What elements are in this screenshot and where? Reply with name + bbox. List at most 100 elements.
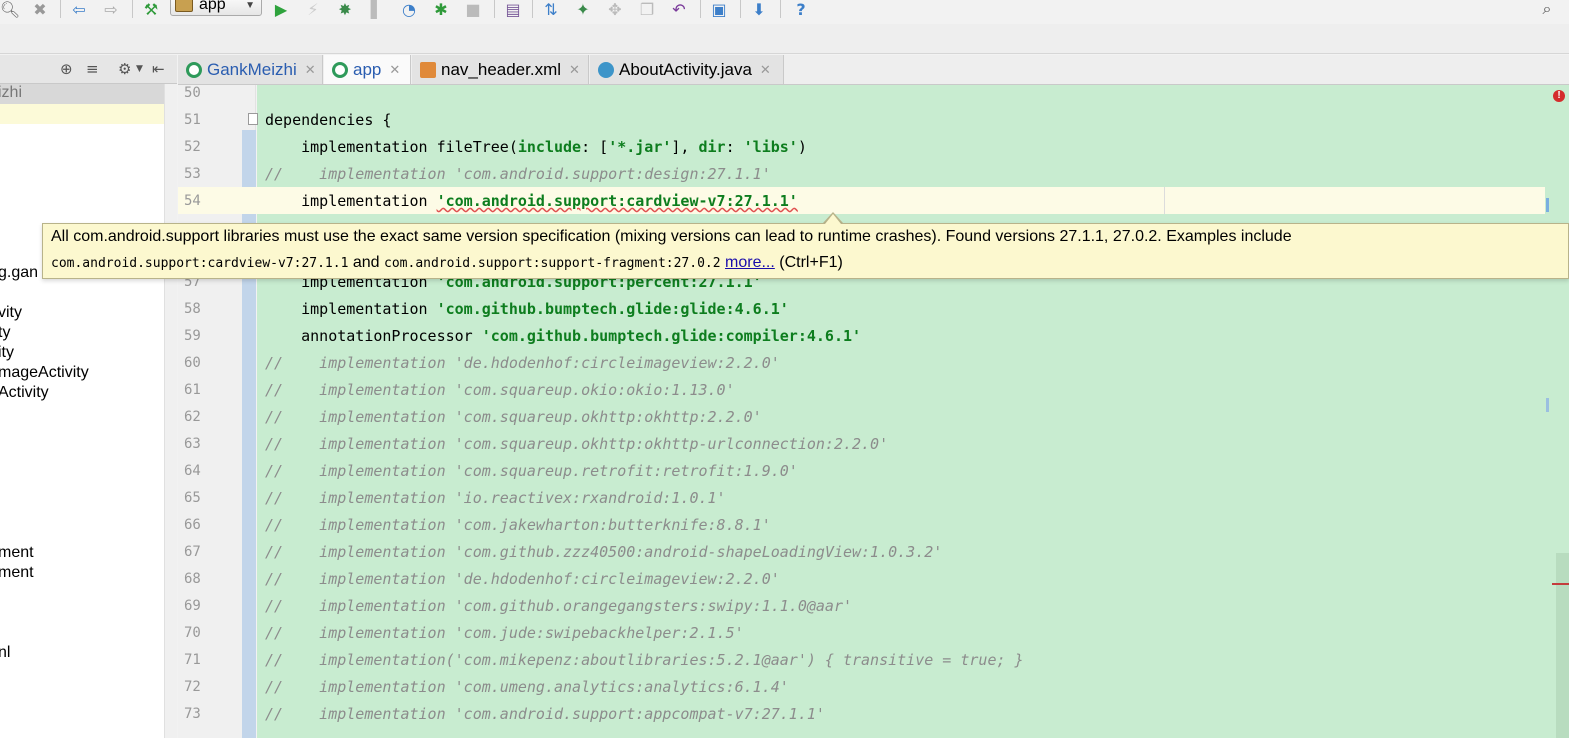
- named-arg: dir: [698, 138, 726, 156]
- sync-icon[interactable]: ⇅: [540, 0, 562, 19]
- line-number: 72: [184, 679, 201, 695]
- code-line: // implementation 'com.android.support:d…: [265, 165, 771, 183]
- code-line: // implementation 'com.squareup.okhttp:o…: [265, 435, 888, 453]
- string-literal: 'libs': [743, 138, 798, 156]
- tab-aboutactivity-java[interactable]: AboutActivity.java ✕: [590, 55, 784, 84]
- chevron-down-icon[interactable]: ▼: [136, 64, 143, 74]
- gradle-icon[interactable]: ✦: [572, 0, 594, 19]
- code-line: // implementation 'com.android.support:a…: [265, 705, 825, 723]
- warning-stripe-mark[interactable]: [1546, 198, 1549, 212]
- toolbar-separator: [132, 0, 133, 18]
- code-text: ],: [671, 138, 699, 156]
- sdk-manager-icon[interactable]: ⬇: [748, 0, 770, 19]
- code-line: dependencies {: [265, 111, 391, 129]
- tab-nav-header-xml[interactable]: nav_header.xml ✕: [412, 55, 589, 84]
- tree-item[interactable]: vity: [0, 304, 22, 322]
- error-indicator-icon[interactable]: !: [1553, 90, 1565, 102]
- line-number: 58: [184, 301, 201, 317]
- line-number: 51: [184, 112, 201, 128]
- string-literal-warning: 'com.android.support:cardview-v7:27.1.1': [436, 192, 798, 210]
- fold-marker-icon[interactable]: [248, 113, 258, 125]
- code-line: // implementation 'com.squareup.retrofit…: [265, 462, 798, 480]
- line-number: 73: [184, 706, 201, 722]
- undo-icon[interactable]: ↶: [668, 0, 690, 19]
- tab-app[interactable]: app ✕: [324, 55, 411, 84]
- comment: // implementation 'de.hdodenhof:circleim…: [265, 570, 780, 588]
- line-number: 62: [184, 409, 201, 425]
- code-text: implementation: [265, 192, 437, 210]
- tooltip-details: com.android.support:cardview-v7:27.1.1 a…: [51, 254, 843, 272]
- tree-item[interactable]: g.gan: [0, 264, 38, 282]
- close-icon[interactable]: ✕: [305, 62, 316, 78]
- code-line: // implementation 'com.squareup.okhttp:o…: [265, 408, 762, 426]
- code-text: annotationProcessor: [265, 327, 482, 345]
- layout-inspector-icon[interactable]: ▣: [708, 0, 730, 19]
- tooltip-message: All com.android.support libraries must u…: [51, 228, 1292, 245]
- editor-scrollbar-thumb[interactable]: [1556, 553, 1569, 738]
- tab-label: GankMeizhi: [207, 59, 297, 79]
- tab-label: app: [353, 59, 382, 79]
- project-tree: izhi g.gan vity ty ity mageActivity Acti…: [0, 84, 177, 738]
- tree-item[interactable]: ment: [0, 544, 34, 562]
- tree-item[interactable]: mageActivity: [0, 364, 89, 382]
- gear-icon[interactable]: ⚙: [118, 60, 131, 78]
- close-icon[interactable]: ✕: [760, 62, 771, 78]
- tree-item[interactable]: Activity: [0, 384, 49, 402]
- code-line: // implementation 'de.hdodenhof:circleim…: [265, 354, 780, 372]
- stop-icon[interactable]: ■: [462, 0, 484, 19]
- forward-icon[interactable]: ⇨: [100, 0, 122, 19]
- tree-item[interactable]: ment: [0, 564, 34, 582]
- string-literal: '*.jar': [608, 138, 672, 156]
- code-line: // implementation 'com.squareup.okio:oki…: [265, 381, 735, 399]
- line-number: 66: [184, 517, 201, 533]
- search-icon[interactable]: 🔍︎: [0, 0, 20, 19]
- change-stripe-mark[interactable]: [1546, 398, 1549, 412]
- build-icon[interactable]: ⚒: [140, 0, 162, 19]
- line-number: 53: [184, 166, 201, 182]
- tree-item[interactable]: ity: [0, 344, 14, 362]
- tooltip-lib: com.android.support:support-fragment:27.…: [384, 256, 721, 271]
- coverage-icon[interactable]: ▌: [366, 0, 388, 19]
- debug-icon[interactable]: ✸: [334, 0, 356, 19]
- tree-item[interactable]: izhi: [0, 84, 22, 102]
- tab-gankmeizhi[interactable]: GankMeizhi ✕: [178, 55, 323, 84]
- project-panel-scrollbar[interactable]: [164, 84, 177, 738]
- locate-icon[interactable]: ⊕: [60, 60, 73, 78]
- code-line: // implementation('com.mikepenz:aboutlib…: [265, 651, 1024, 669]
- more-link[interactable]: more...: [725, 254, 775, 271]
- close-icon[interactable]: ✕: [389, 62, 400, 78]
- line-number: 64: [184, 463, 201, 479]
- tree-item[interactable]: ty: [0, 324, 10, 342]
- avd-manager-icon[interactable]: ▤: [502, 0, 524, 19]
- tree-item[interactable]: nl: [0, 644, 10, 662]
- run-icon[interactable]: ▶: [270, 0, 292, 19]
- chevron-down-icon: ▼: [245, 0, 255, 11]
- apply-changes-icon[interactable]: ⚡: [302, 0, 324, 19]
- tab-label: AboutActivity.java: [619, 59, 752, 79]
- editor-tabs: GankMeizhi ✕ app ✕ nav_header.xml ✕ Abou…: [178, 55, 1569, 85]
- line-number: 60: [184, 355, 201, 371]
- code-text: : [: [581, 138, 609, 156]
- comment: // implementation 'com.android.support:d…: [265, 165, 771, 183]
- vcs-change-marker[interactable]: [242, 130, 256, 738]
- copy-icon[interactable]: ❐: [636, 0, 658, 19]
- hide-panel-icon[interactable]: ⇤: [152, 60, 165, 78]
- run-configuration-select[interactable]: app ▼: [170, 0, 262, 16]
- attach-debugger-icon[interactable]: ✱: [430, 0, 452, 19]
- close-icon[interactable]: ✕: [569, 62, 580, 78]
- replace-icon[interactable]: ✖: [30, 0, 50, 19]
- tooltip-shortcut: (Ctrl+F1): [774, 254, 843, 271]
- search-everywhere-icon[interactable]: ⌕: [1536, 0, 1558, 18]
- code-line: implementation 'com.android.support:card…: [265, 192, 798, 210]
- gradle-module-icon: [186, 61, 202, 78]
- help-icon[interactable]: ?: [790, 0, 812, 19]
- collapse-all-icon[interactable]: ≡: [86, 60, 99, 78]
- structure-icon[interactable]: ✥: [604, 0, 626, 19]
- line-number: 65: [184, 490, 201, 506]
- back-icon[interactable]: ⇦: [68, 0, 90, 19]
- named-arg: include: [517, 138, 582, 156]
- tooltip-lib: com.android.support:cardview-v7:27.1.1: [51, 256, 349, 271]
- code-text: implementation fileTree(: [265, 138, 518, 156]
- profile-icon[interactable]: ◔: [398, 0, 420, 19]
- comment: // implementation 'com.squareup.okio:oki…: [265, 381, 735, 399]
